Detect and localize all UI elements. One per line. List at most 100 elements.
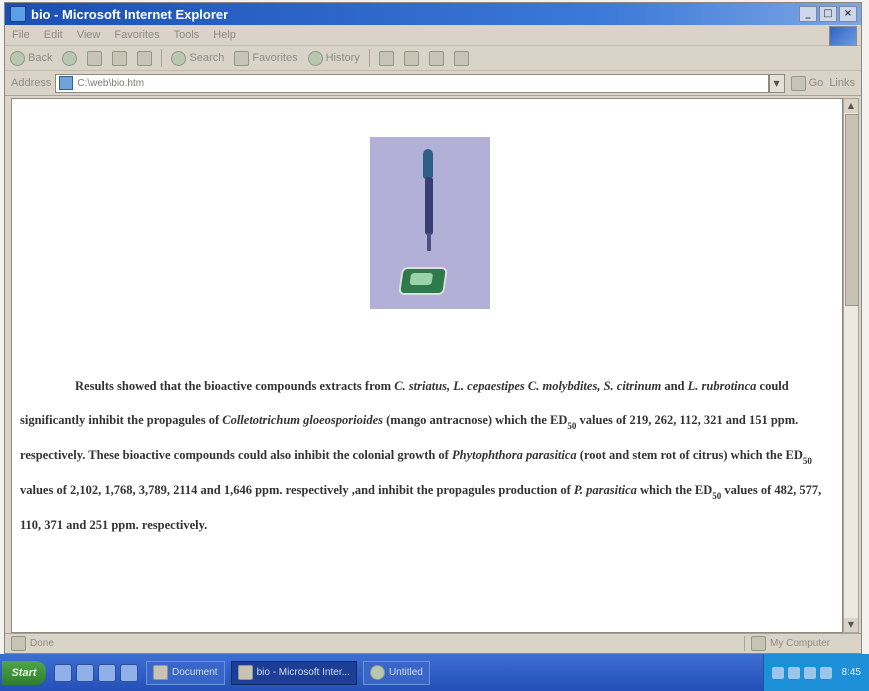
title-bar[interactable]: bio - Microsoft Internet Explorer _ □ × xyxy=(5,3,861,25)
favorites-button[interactable]: Favorites xyxy=(234,50,298,66)
outlook-icon[interactable] xyxy=(98,663,116,682)
back-arrow-icon xyxy=(10,50,25,66)
network-icon[interactable] xyxy=(803,666,816,679)
paint-icon xyxy=(369,665,385,680)
species-phytophthora: Phytophthora parasitica xyxy=(451,448,577,462)
pipette-bulb xyxy=(423,149,433,179)
pipette-photo xyxy=(370,137,490,309)
zone-label: My Computer xyxy=(770,638,831,649)
search-label: Search xyxy=(189,52,225,64)
species-p-parasitica: P. parasitica xyxy=(573,483,637,497)
language-icon[interactable] xyxy=(771,666,784,679)
standard-toolbar: Back Search Favorites History xyxy=(5,46,861,71)
system-tray: 8:45 xyxy=(762,654,869,691)
back-label: Back xyxy=(28,52,53,64)
address-input[interactable]: C:\web\bio.htm xyxy=(55,73,769,93)
scroll-up-button[interactable]: ▲ xyxy=(844,99,858,113)
page-icon xyxy=(59,76,74,90)
desktop-icon[interactable] xyxy=(54,663,72,682)
taskbar: Start Document bio - Microsoft Inter... … xyxy=(0,654,869,691)
text-mid5: values of 2,102, 1,768, 3,789, 2114 and … xyxy=(20,483,574,497)
history-label: History xyxy=(325,52,360,64)
toolbar-separator xyxy=(161,49,163,67)
go-label: Go xyxy=(808,77,824,89)
vertical-scrollbar[interactable]: ▲ ▼ xyxy=(843,98,859,633)
print-button[interactable] xyxy=(403,50,419,66)
taskbar-item-document[interactable]: Document xyxy=(146,660,225,685)
print-icon xyxy=(403,50,419,66)
minimize-button[interactable]: _ xyxy=(799,6,817,22)
menu-help[interactable]: Help xyxy=(213,29,236,41)
start-button[interactable]: Start xyxy=(2,660,46,685)
browser-window: bio - Microsoft Internet Explorer _ □ × … xyxy=(4,2,862,654)
taskbar-item-bio[interactable]: bio - Microsoft Inter... xyxy=(230,660,357,685)
scroll-thumb[interactable] xyxy=(845,114,859,306)
menu-edit[interactable]: Edit xyxy=(44,29,63,41)
taskbar-item-untitled[interactable]: Untitled xyxy=(362,660,430,685)
document-icon xyxy=(153,665,168,680)
address-bar: Address C:\web\bio.htm ▼ Go Links xyxy=(5,71,861,96)
edit-button[interactable] xyxy=(428,50,444,66)
discuss-icon xyxy=(453,50,469,66)
species-rubrotinca: L. rubrotinca xyxy=(687,379,757,393)
history-button[interactable]: History xyxy=(307,50,360,66)
computer-icon xyxy=(751,636,766,651)
ie-icon xyxy=(10,6,26,22)
ie-task-icon xyxy=(237,665,253,680)
forward-button[interactable] xyxy=(62,50,78,66)
petri-dish-culture xyxy=(409,273,434,285)
task-label: Document xyxy=(172,667,218,678)
discuss-button[interactable] xyxy=(453,50,469,66)
quick-launch xyxy=(54,663,138,682)
page-done-icon xyxy=(11,636,26,651)
maximize-button[interactable]: □ xyxy=(819,6,837,22)
stop-icon xyxy=(87,50,103,66)
home-button[interactable] xyxy=(137,50,153,66)
status-bar: Done My Computer xyxy=(5,633,861,653)
address-value: C:\web\bio.htm xyxy=(77,77,145,89)
text-and: and xyxy=(661,379,688,393)
ie-quicklaunch-icon[interactable] xyxy=(76,663,94,682)
petri-dish xyxy=(398,267,448,295)
status-text: Done xyxy=(5,636,744,651)
close-button[interactable]: × xyxy=(839,6,857,22)
species-colletotrichum: Colletotrichum gloeosporioides xyxy=(222,413,384,427)
security-zone: My Computer xyxy=(744,636,861,651)
search-icon xyxy=(171,50,187,66)
search-button[interactable]: Search xyxy=(171,50,225,66)
menu-tools[interactable]: Tools xyxy=(174,29,200,41)
home-icon xyxy=(137,50,153,66)
scroll-down-button[interactable]: ▼ xyxy=(844,618,858,632)
text-intro: Results showed that the bioactive compou… xyxy=(75,379,395,393)
back-button[interactable]: Back xyxy=(10,50,53,66)
clock: 8:45 xyxy=(841,667,861,678)
volume-icon[interactable] xyxy=(819,666,832,679)
windows-logo-icon xyxy=(829,26,857,46)
refresh-button[interactable] xyxy=(112,50,128,66)
task-label: bio - Microsoft Inter... xyxy=(256,667,350,678)
ed-subscript: 50 xyxy=(567,421,577,431)
menu-file[interactable]: File xyxy=(12,29,30,41)
mail-icon xyxy=(378,50,394,66)
links-button[interactable]: Links xyxy=(829,77,855,89)
text-mid2: (mango antracnose) which the ED xyxy=(383,413,568,427)
go-arrow-icon xyxy=(790,75,806,91)
edit-icon xyxy=(428,50,444,66)
media-icon[interactable] xyxy=(120,663,138,682)
menu-favorites[interactable]: Favorites xyxy=(114,29,159,41)
shield-icon[interactable] xyxy=(787,666,800,679)
species-list-1: C. striatus, L. cepaestipes C. molybdite… xyxy=(394,379,662,393)
ed-subscript: 50 xyxy=(712,491,722,501)
text-mid6: which the ED xyxy=(636,483,713,497)
menu-view[interactable]: View xyxy=(77,29,101,41)
stop-button[interactable] xyxy=(87,50,103,66)
menu-bar: File Edit View Favorites Tools Help xyxy=(5,25,861,46)
go-button[interactable]: Go xyxy=(790,75,824,91)
mail-button[interactable] xyxy=(378,50,394,66)
refresh-icon xyxy=(112,50,128,66)
page-content[interactable]: Results showed that the bioactive compou… xyxy=(11,98,843,633)
favorites-label: Favorites xyxy=(252,52,298,64)
address-dropdown-button[interactable]: ▼ xyxy=(768,73,785,93)
window-controls: _ □ × xyxy=(799,6,857,22)
history-icon xyxy=(307,50,323,66)
